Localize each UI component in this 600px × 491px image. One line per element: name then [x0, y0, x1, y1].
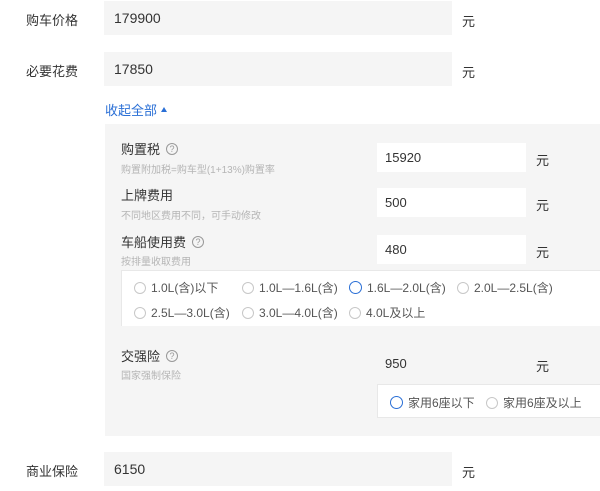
- compulsory-insurance-value: 950: [385, 356, 407, 371]
- radio-icon: [457, 281, 469, 294]
- radio-icon: [134, 281, 146, 294]
- compulsory-insurance-title: 交强险 ?: [121, 346, 179, 365]
- car-price-label: 购车价格: [26, 13, 79, 28]
- displacement-option-label: 1.0L—1.6L(含): [259, 281, 338, 295]
- radio-icon: [486, 396, 498, 409]
- caret-up-icon: [161, 107, 168, 112]
- displacement-option-label: 2.5L—3.0L(含): [151, 306, 230, 320]
- displacement-option[interactable]: 2.5L—3.0L(含): [134, 304, 230, 321]
- purchase-tax-label: 购置税: [121, 142, 161, 157]
- displacement-option[interactable]: 3.0L—4.0L(含): [242, 304, 338, 321]
- displacement-option-label: 2.0L—2.5L(含): [474, 281, 553, 295]
- car-price-unit: 元: [462, 14, 476, 29]
- displacement-option-label: 1.0L(含)以下: [151, 281, 219, 295]
- purchase-tax-title: 购置税 ?: [121, 139, 179, 158]
- seat-option-label: 家用6座及以上: [503, 396, 582, 410]
- commercial-insurance-unit: 元: [462, 465, 476, 480]
- help-icon[interactable]: ?: [192, 235, 205, 248]
- displacement-option-selected[interactable]: 1.6L—2.0L(含): [349, 279, 446, 296]
- radio-icon: [242, 306, 254, 319]
- radio-icon: [349, 306, 361, 319]
- license-fee-title: 上牌费用: [121, 185, 173, 204]
- collapse-all-label: 收起全部: [105, 103, 158, 118]
- license-fee-note: 不同地区费用不同，可手动修改: [121, 211, 261, 222]
- purchase-tax-note: 购置附加税=购车型(1+13%)购置率: [121, 165, 275, 176]
- car-price-input[interactable]: 179900: [104, 1, 452, 35]
- compulsory-insurance-note: 国家强制保险: [121, 371, 181, 382]
- vehicle-tax-title: 车船使用费 ?: [121, 232, 205, 251]
- license-fee-unit: 元: [536, 198, 550, 213]
- radio-icon: [242, 281, 254, 294]
- displacement-option-label: 3.0L—4.0L(含): [259, 306, 338, 320]
- vehicle-tax-unit: 元: [536, 245, 550, 260]
- seat-option[interactable]: 家用6座及以上: [486, 394, 582, 411]
- displacement-option[interactable]: 4.0L及以上: [349, 304, 425, 321]
- license-fee-label: 上牌费用: [121, 188, 174, 203]
- purchase-tax-input[interactable]: 15920: [377, 143, 526, 172]
- compulsory-insurance-label: 交强险: [121, 349, 161, 364]
- required-cost-label: 必要花费: [26, 64, 79, 79]
- license-fee-input[interactable]: 500: [377, 188, 526, 217]
- seat-option-label: 家用6座以下: [408, 396, 475, 410]
- commercial-insurance-label: 商业保险: [26, 464, 79, 479]
- vehicle-tax-label: 车船使用费: [121, 235, 187, 250]
- required-cost-input: 17850: [104, 52, 452, 86]
- required-cost-unit: 元: [462, 65, 476, 80]
- radio-selected-icon: [390, 396, 403, 409]
- collapse-all-toggle[interactable]: 收起全部: [105, 100, 168, 119]
- displacement-option[interactable]: 1.0L—1.6L(含): [242, 279, 338, 296]
- help-icon[interactable]: ?: [166, 349, 179, 362]
- displacement-option-label: 1.6L—2.0L(含): [367, 281, 446, 295]
- displacement-option-label: 4.0L及以上: [366, 306, 426, 320]
- radio-selected-icon: [349, 281, 362, 294]
- purchase-tax-unit: 元: [536, 153, 550, 168]
- displacement-option[interactable]: 2.0L—2.5L(含): [457, 279, 553, 296]
- seat-option-selected[interactable]: 家用6座以下: [390, 394, 475, 411]
- help-icon[interactable]: ?: [166, 142, 179, 155]
- vehicle-tax-input[interactable]: 480: [377, 235, 526, 264]
- vehicle-tax-note: 按排量收取费用: [121, 257, 191, 268]
- displacement-option[interactable]: 1.0L(含)以下: [134, 279, 218, 296]
- radio-icon: [134, 306, 146, 319]
- commercial-insurance-input: 6150: [104, 452, 452, 486]
- compulsory-insurance-unit: 元: [536, 359, 550, 374]
